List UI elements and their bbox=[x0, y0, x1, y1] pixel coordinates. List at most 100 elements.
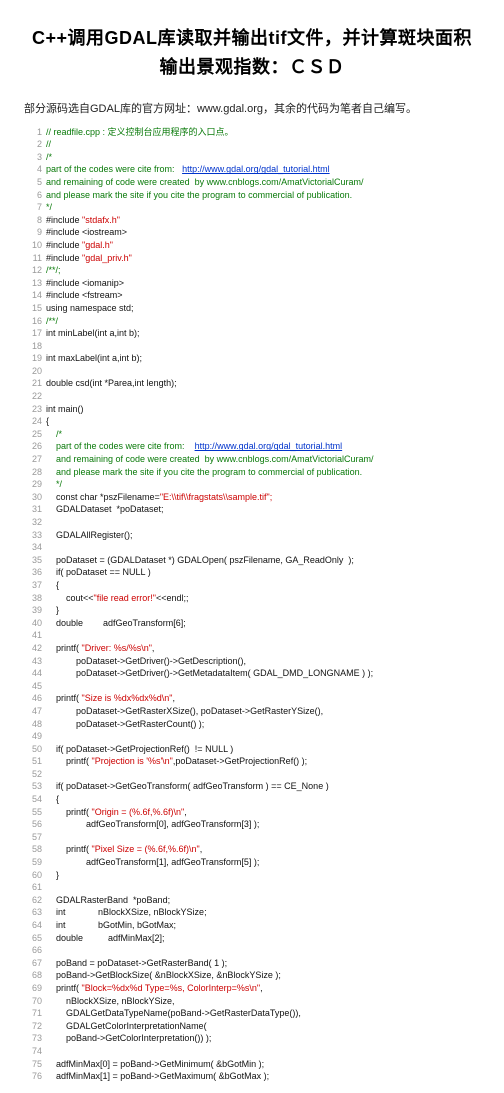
code-line: 33 GDALAllRegister(); bbox=[24, 529, 480, 542]
code-text: GDALGetDataTypeName(poBand->GetRasterDat… bbox=[46, 1007, 301, 1020]
code-line: 71 GDALGetDataTypeName(poBand->GetRaster… bbox=[24, 1007, 480, 1020]
code-text: #include <fstream> bbox=[46, 289, 123, 302]
code-text: poDataset->GetDriver()->GetDescription()… bbox=[46, 655, 249, 668]
code-line: 65 double adfMinMax[2]; bbox=[24, 932, 480, 945]
code-line: 23int main() bbox=[24, 403, 480, 416]
line-number: 57 bbox=[24, 831, 42, 844]
code-line: 31 GDALDataset *poDataset; bbox=[24, 503, 480, 516]
code-line: 19 int maxLabel(int a,int b); bbox=[24, 352, 480, 365]
line-number: 66 bbox=[24, 944, 42, 957]
code-text: printf( "Pixel Size = (%.6f,%.6f)\n", bbox=[46, 843, 202, 856]
line-number: 32 bbox=[24, 516, 42, 529]
code-text: and remaining of code were created by ww… bbox=[46, 453, 373, 466]
code-line: 74 bbox=[24, 1045, 480, 1058]
code-text: #include "stdafx.h" bbox=[46, 214, 120, 227]
line-number: 18 bbox=[24, 340, 42, 353]
code-line: 69 printf( "Block=%dx%d Type=%s, ColorIn… bbox=[24, 982, 480, 995]
code-text: part of the codes were cite from: http:/… bbox=[46, 163, 330, 176]
line-number: 31 bbox=[24, 503, 42, 516]
code-line: 60 } bbox=[24, 869, 480, 882]
line-number: 20 bbox=[24, 365, 42, 378]
line-number: 3 bbox=[24, 151, 42, 164]
code-text: */ bbox=[46, 478, 62, 491]
code-text: #include <iomanip> bbox=[46, 277, 124, 290]
code-line: 13#include <iomanip> bbox=[24, 277, 480, 290]
code-text: using namespace std; bbox=[46, 302, 134, 315]
code-line: 54 { bbox=[24, 793, 480, 806]
line-number: 37 bbox=[24, 579, 42, 592]
code-line: 14 #include <fstream> bbox=[24, 289, 480, 302]
code-line: 27 and remaining of code were created by… bbox=[24, 453, 480, 466]
line-number: 10 bbox=[24, 239, 42, 252]
code-line: 58 printf( "Pixel Size = (%.6f,%.6f)\n", bbox=[24, 843, 480, 856]
line-number: 64 bbox=[24, 919, 42, 932]
code-text: GDALDataset *poDataset; bbox=[46, 503, 164, 516]
line-number: 74 bbox=[24, 1045, 42, 1058]
line-number: 53 bbox=[24, 780, 42, 793]
code-text: poDataset->GetDriver()->GetMetadataItem(… bbox=[46, 667, 373, 680]
code-line: 63 int nBlockXSize, nBlockYSize; bbox=[24, 906, 480, 919]
code-line: 46 printf( "Size is %dx%dx%d\n", bbox=[24, 692, 480, 705]
line-number: 25 bbox=[24, 428, 42, 441]
line-number: 14 bbox=[24, 289, 42, 302]
code-line: 32 bbox=[24, 516, 480, 529]
code-line: 37 { bbox=[24, 579, 480, 592]
line-number: 41 bbox=[24, 629, 42, 642]
code-line: 20 bbox=[24, 365, 480, 378]
code-text: */ bbox=[46, 201, 52, 214]
code-text: and please mark the site if you cite the… bbox=[46, 189, 352, 202]
code-text: poBand->GetBlockSize( &nBlockXSize, &nBl… bbox=[46, 969, 281, 982]
line-number: 27 bbox=[24, 453, 42, 466]
line-number: 35 bbox=[24, 554, 42, 567]
code-text: printf( "Block=%dx%d Type=%s, ColorInter… bbox=[46, 982, 263, 995]
line-number: 12 bbox=[24, 264, 42, 277]
line-number: 38 bbox=[24, 592, 42, 605]
code-line: 48 poDataset->GetRasterCount() ); bbox=[24, 718, 480, 731]
code-line: 38 cout<<"file read error!"<<endl;; bbox=[24, 592, 480, 605]
line-number: 19 bbox=[24, 352, 42, 365]
line-number: 51 bbox=[24, 755, 42, 768]
link[interactable]: http://www.gdal.org/gdal_tutorial.html bbox=[195, 441, 343, 451]
code-text: int maxLabel(int a,int b); bbox=[46, 352, 142, 365]
line-number: 47 bbox=[24, 705, 42, 718]
code-line: 55 printf( "Origin = (%.6f,%.6f)\n", bbox=[24, 806, 480, 819]
line-number: 40 bbox=[24, 617, 42, 630]
link[interactable]: http://www.gdal.org/gdal_tutorial.html bbox=[182, 164, 330, 174]
code-line: 62 GDALRasterBand *poBand; bbox=[24, 894, 480, 907]
code-line: 21double csd(int *Parea,int length); bbox=[24, 377, 480, 390]
code-text: { bbox=[46, 793, 59, 806]
code-line: 39 } bbox=[24, 604, 480, 617]
line-number: 48 bbox=[24, 718, 42, 731]
code-text: poDataset = (GDALDataset *) GDALOpen( ps… bbox=[46, 554, 354, 567]
line-number: 16 bbox=[24, 315, 42, 328]
line-number: 76 bbox=[24, 1070, 42, 1083]
code-line: 8#include "stdafx.h" bbox=[24, 214, 480, 227]
code-text: #include "gdal.h" bbox=[46, 239, 113, 252]
code-text: if( poDataset->GetProjectionRef() != NUL… bbox=[46, 743, 233, 756]
line-number: 22 bbox=[24, 390, 42, 403]
code-line: 53 if( poDataset->GetGeoTransform( adfGe… bbox=[24, 780, 480, 793]
code-line: 35 poDataset = (GDALDataset *) GDALOpen(… bbox=[24, 554, 480, 567]
code-line: 34 bbox=[24, 541, 480, 554]
code-line: 29 */ bbox=[24, 478, 480, 491]
code-line: 49 bbox=[24, 730, 480, 743]
code-line: 70 nBlockXSize, nBlockYSize, bbox=[24, 995, 480, 1008]
line-number: 49 bbox=[24, 730, 42, 743]
line-number: 6 bbox=[24, 189, 42, 202]
code-text: if( poDataset->GetGeoTransform( adfGeoTr… bbox=[46, 780, 329, 793]
code-line: 68 poBand->GetBlockSize( &nBlockXSize, &… bbox=[24, 969, 480, 982]
line-number: 55 bbox=[24, 806, 42, 819]
line-number: 2 bbox=[24, 138, 42, 151]
code-text: printf( "Driver: %s/%s\n", bbox=[46, 642, 154, 655]
code-line: 47 poDataset->GetRasterXSize(), poDatase… bbox=[24, 705, 480, 718]
line-number: 26 bbox=[24, 440, 42, 453]
code-text: // readfile.cpp : 定义控制台应用程序的入口点。 bbox=[46, 126, 234, 139]
code-text: #include <iostream> bbox=[46, 226, 127, 239]
line-number: 36 bbox=[24, 566, 42, 579]
code-text: // bbox=[46, 138, 51, 151]
code-text: /**/; bbox=[46, 264, 61, 277]
code-line: 40 double adfGeoTransform[6]; bbox=[24, 617, 480, 630]
code-line: 73 poBand->GetColorInterpretation()) ); bbox=[24, 1032, 480, 1045]
code-line: 16/**/ bbox=[24, 315, 480, 328]
intro-text: 部分源码选自GDAL库的官方网址：www.gdal.org，其余的代码为笔者自己… bbox=[24, 100, 480, 116]
